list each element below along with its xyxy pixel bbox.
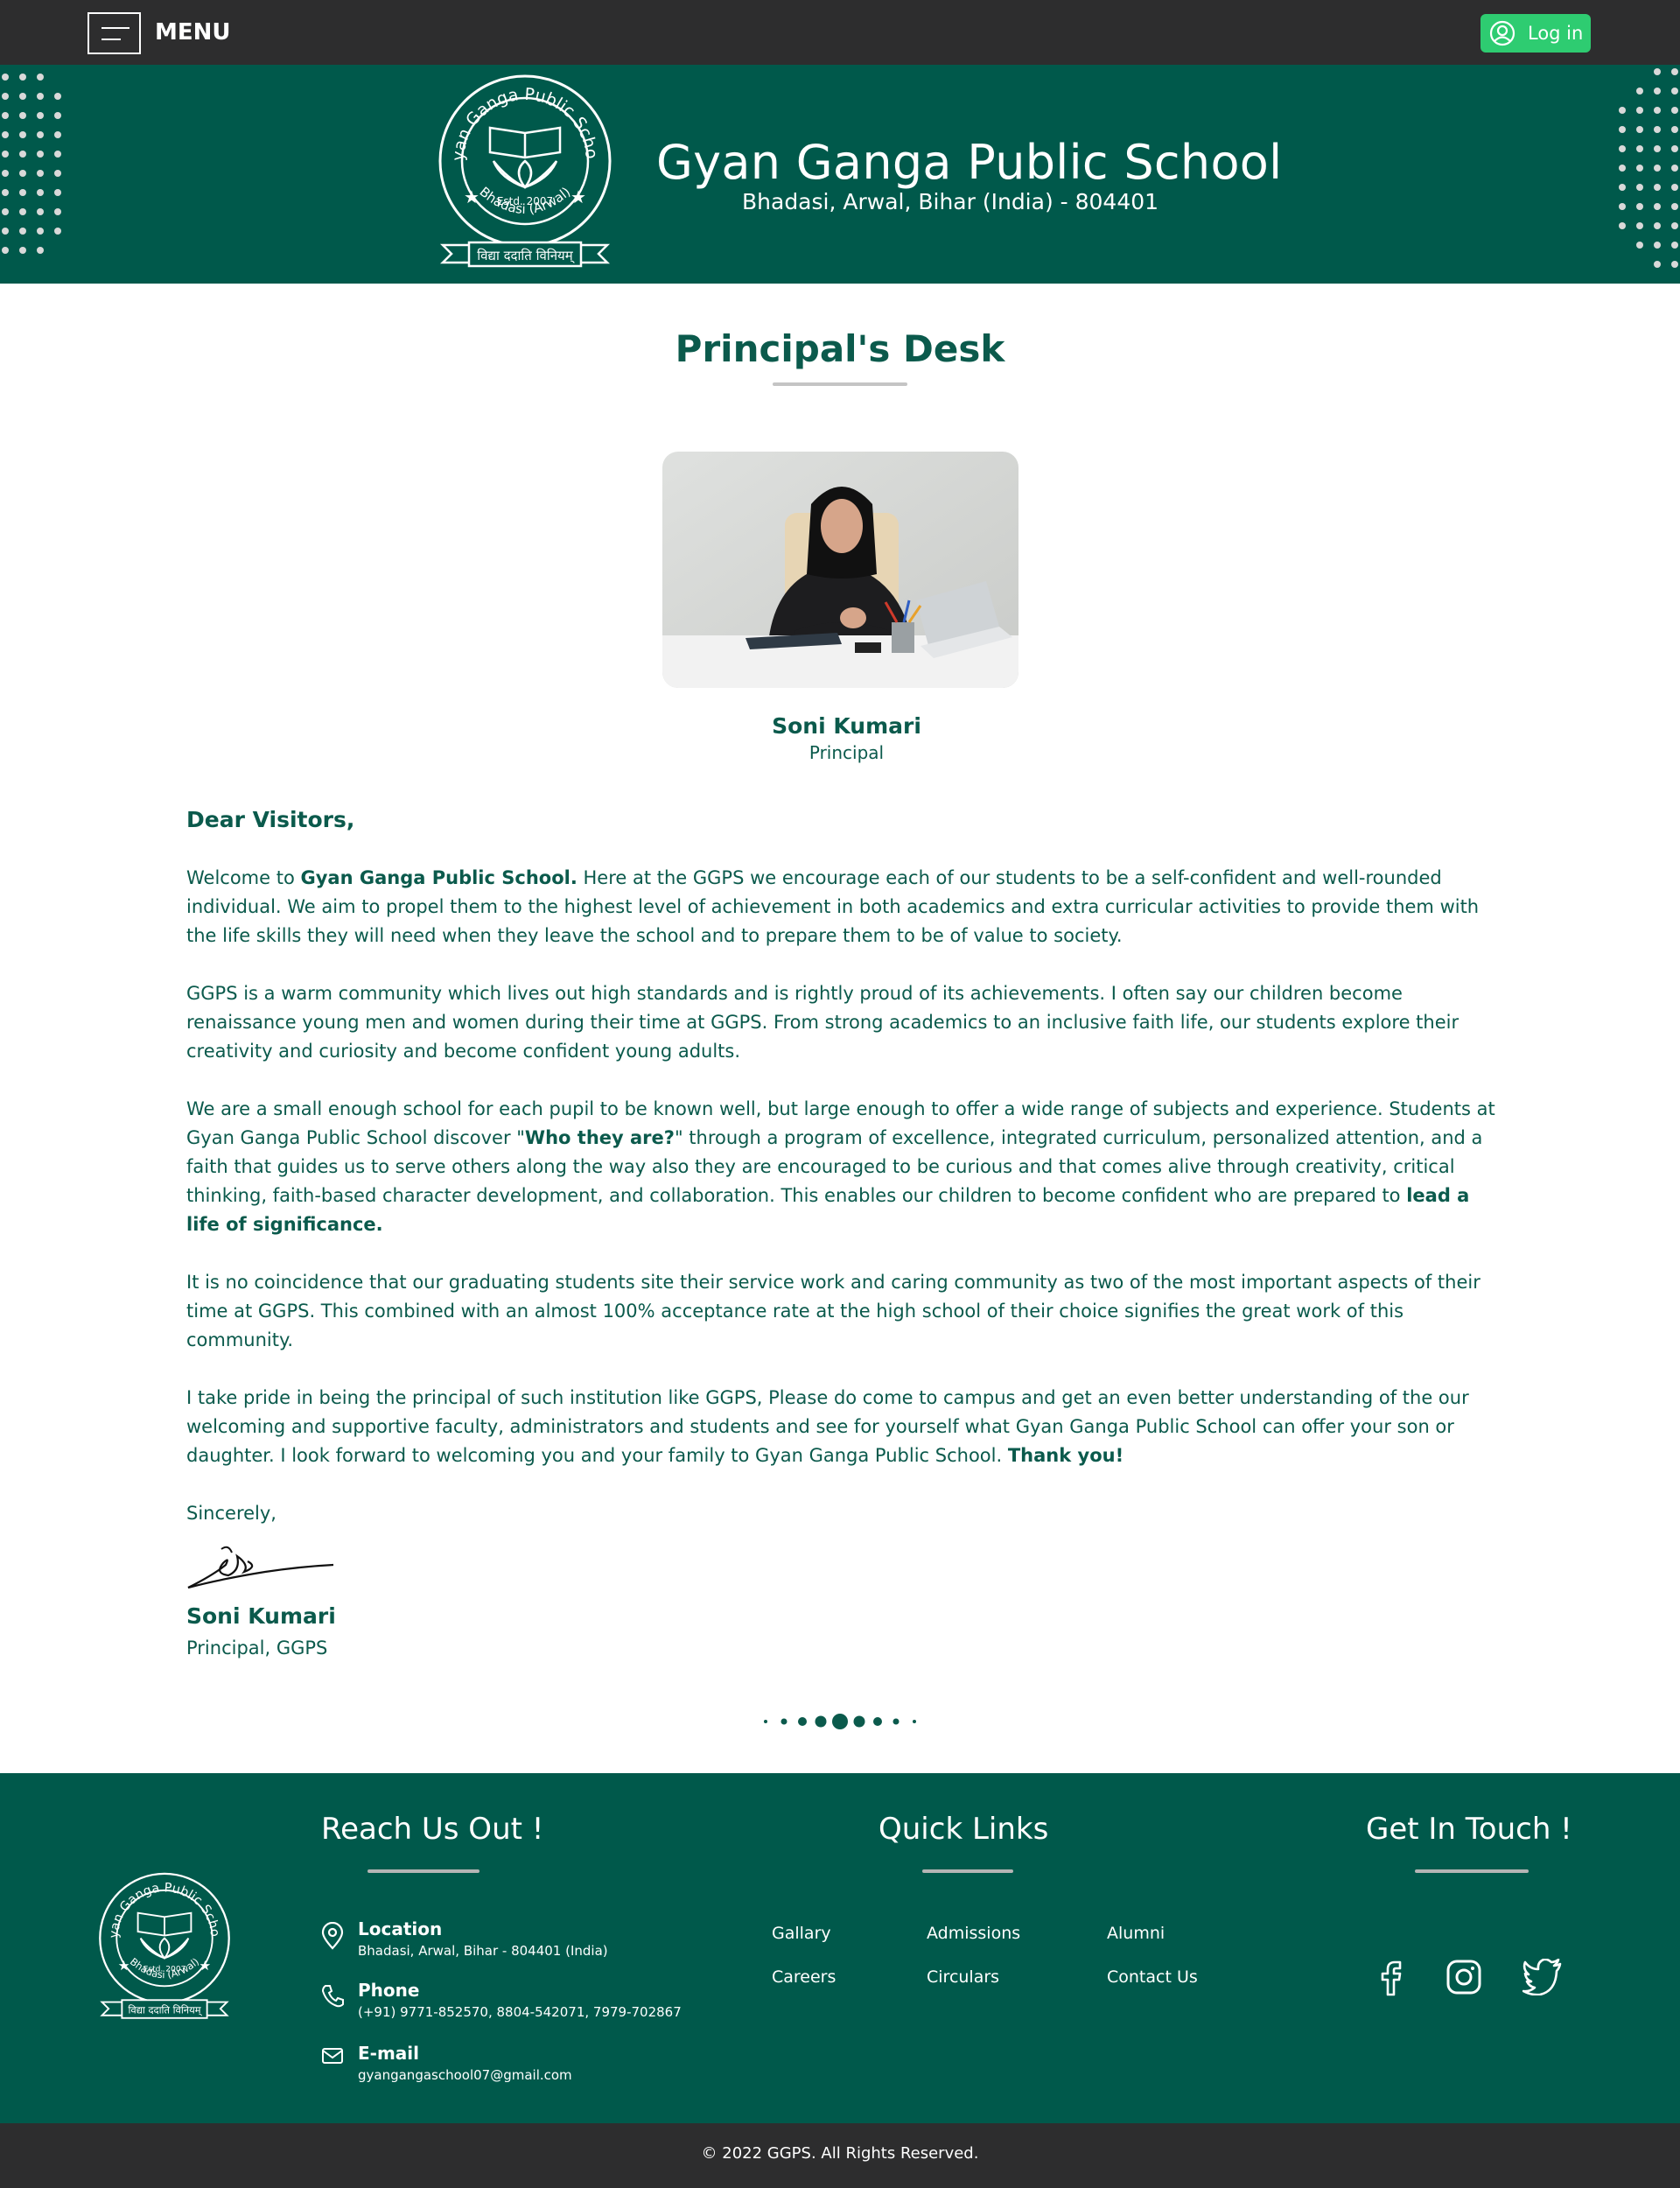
svg-text:★: ★	[200, 1958, 212, 1974]
footer-link-careers[interactable]: Careers	[772, 1967, 836, 1987]
closing: Sincerely,	[186, 1503, 276, 1524]
svg-text:Gyan Ganga Public School: Gyan Ganga Public School	[438, 74, 601, 162]
login-label: Log in	[1528, 23, 1584, 44]
school-logo: Gyan Ganga Public School Estd. 2007 Bhad…	[438, 74, 612, 268]
location-pin-icon	[321, 1922, 344, 1950]
heading-underline	[1415, 1869, 1529, 1873]
signature-name: Soni Kumari	[186, 1603, 336, 1629]
site-footer: Gyan Ganga Public School Estd. 2007 Bhad…	[0, 1773, 1680, 2123]
menu-toggle-button[interactable]	[88, 12, 141, 54]
svg-text:★: ★	[464, 186, 480, 207]
message-paragraph: GGPS is a warm community which lives out…	[186, 983, 1460, 1062]
carousel-indicator[interactable]	[752, 1711, 928, 1732]
principal-role: Principal	[808, 742, 885, 763]
phone-icon	[321, 1985, 344, 2008]
svg-text:विद्या ददाति विनियम्: विद्या ददाति विनियम्	[128, 2003, 202, 2016]
heading-underline	[368, 1869, 480, 1873]
decorative-dots	[2, 74, 61, 254]
school-address: Bhadasi, Arwal, Bihar (India) - 804401	[742, 189, 1159, 214]
footer-school-logo: Gyan Ganga Public School Estd. 2007 Bhad…	[98, 1871, 230, 2019]
heading-underline	[922, 1869, 1013, 1873]
svg-text:विद्या ददाति विनियम्: विद्या ददाति विनियम्	[477, 248, 574, 263]
login-button[interactable]: Log in	[1480, 14, 1591, 53]
facebook-icon[interactable]	[1376, 1959, 1405, 1997]
school-header-banner: Gyan Ganga Public School Estd. 2007 Bhad…	[0, 65, 1680, 284]
svg-text:★: ★	[118, 1958, 130, 1974]
copyright-bar: © 2022 GGPS. All Rights Reserved.	[0, 2123, 1680, 2188]
instagram-icon[interactable]	[1446, 1959, 1482, 1995]
quick-links-heading: Quick Links	[878, 1812, 1049, 1847]
svg-text:★: ★	[570, 186, 586, 207]
message-paragraph: We are a small enough school for each pu…	[186, 1098, 1495, 1235]
mail-icon	[322, 2048, 343, 2064]
top-navbar: MENU Log in	[0, 0, 1680, 65]
menu-label[interactable]: MENU	[155, 19, 231, 46]
principal-name: Soni Kumari	[772, 713, 921, 739]
page-title: Principal's Desk	[675, 327, 1005, 370]
svg-text:Gyan Ganga Public School: Gyan Ganga Public School	[98, 1871, 221, 1939]
message-paragraph: It is no coincidence that our graduating…	[186, 1272, 1480, 1350]
footer-link-admissions[interactable]: Admissions	[927, 1924, 1020, 1943]
principal-message: Dear Visitors, Welcome to Gyan Ganga Pub…	[186, 805, 1499, 1663]
school-name: Gyan Ganga Public School	[656, 135, 1283, 190]
signature-role: Principal, GGPS	[186, 1637, 328, 1659]
greeting: Dear Visitors,	[186, 807, 355, 832]
footer-link-circulars[interactable]: Circulars	[927, 1967, 999, 1987]
message-paragraph: I take pride in being the principal of s…	[186, 1387, 1469, 1466]
reach-us-heading: Reach Us Out !	[321, 1812, 544, 1847]
user-icon	[1489, 20, 1516, 46]
twitter-icon[interactable]	[1522, 1959, 1563, 1995]
title-underline	[773, 382, 907, 386]
signature-image	[187, 1546, 334, 1589]
footer-link-alumni[interactable]: Alumni	[1107, 1924, 1165, 1943]
message-paragraph: Welcome to Gyan Ganga Public School. Her…	[186, 867, 1480, 946]
footer-link-contact-us[interactable]: Contact Us	[1107, 1967, 1198, 1987]
menu-icon-line	[102, 27, 130, 29]
decorative-dots	[1619, 68, 1678, 268]
principal-photo	[662, 452, 1018, 688]
copyright-text: © 2022 GGPS. All Rights Reserved.	[701, 2144, 979, 2163]
footer-link-gallary[interactable]: Gallary	[772, 1924, 831, 1943]
get-in-touch-heading: Get In Touch !	[1366, 1812, 1572, 1847]
menu-icon-line	[102, 39, 121, 40]
